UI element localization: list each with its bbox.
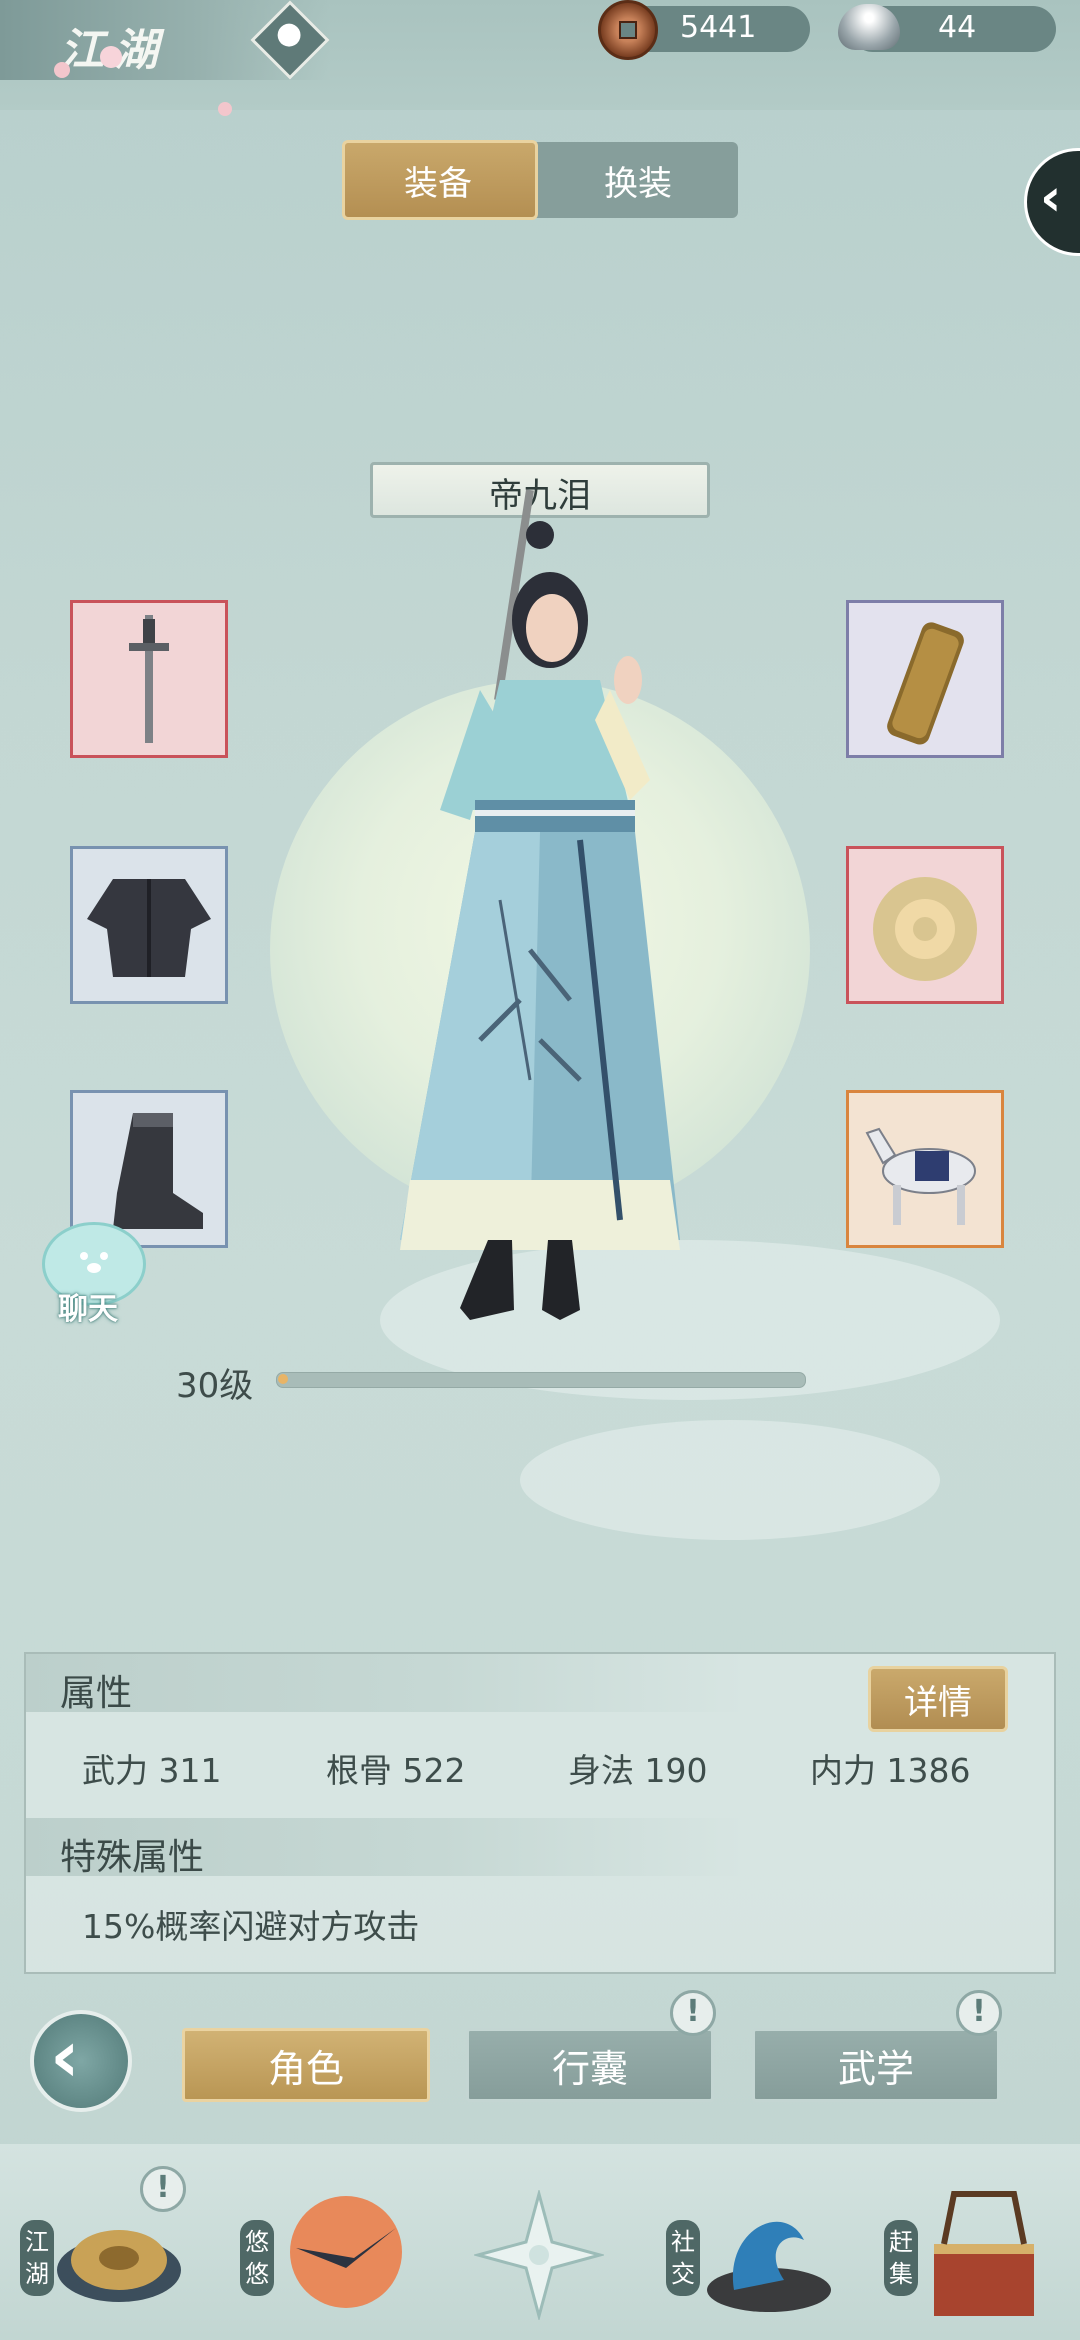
tab-martial-arts-label: 武学 <box>837 2047 914 2091</box>
weapon-slot[interactable] <box>70 600 228 758</box>
pendant-slot[interactable] <box>846 846 1004 1004</box>
tab-inventory-label: 行囊 <box>551 2047 628 2091</box>
tab-equipment-label: 装备 <box>404 164 472 204</box>
stat-strength: 武力 311 <box>82 1744 222 1792</box>
stat-label: 身法 <box>568 1751 634 1790</box>
nav-social-label: 社交 <box>666 2220 700 2296</box>
nav-social[interactable]: 社交 <box>664 2180 854 2330</box>
nav-youyou-label: 悠悠 <box>240 2220 274 2296</box>
stat-value: 190 <box>644 1751 708 1790</box>
nav-market[interactable]: 赶集 <box>880 2180 1070 2330</box>
sword-icon <box>129 615 169 743</box>
silver-ingot-icon <box>838 4 900 50</box>
nav-market-label: 赶集 <box>884 2220 918 2296</box>
tab-outfit[interactable]: 换装 <box>604 156 672 205</box>
straw-hat-icon <box>57 2230 181 2302</box>
blossom-decoration-icon <box>54 62 70 78</box>
accessory-slot[interactable] <box>846 600 1004 758</box>
chevron-left-icon: ‹ <box>1040 168 1062 228</box>
market-box-icon <box>934 2191 1034 2316</box>
level-progress-bar <box>276 1372 806 1388</box>
robe-icon <box>87 879 211 977</box>
wave-icon <box>707 2221 831 2312</box>
character-model[interactable] <box>380 480 700 1340</box>
special-attributes-heading: 特殊属性 <box>60 1837 205 1878</box>
jade-pendant-icon <box>873 877 977 981</box>
chat-label: 聊天 <box>58 1292 118 1327</box>
armor-slot[interactable] <box>70 846 228 1004</box>
alert-mark: ! <box>972 1994 986 2029</box>
stat-value: 1386 <box>886 1751 971 1790</box>
stat-label: 武力 <box>82 1751 148 1790</box>
alert-mark: ! <box>686 1994 700 2029</box>
mist-decoration <box>520 1420 940 1540</box>
back-arrow-icon: ‹ <box>50 2014 80 2098</box>
hint-bulb-icon: ● <box>276 16 303 51</box>
copper-amount: 5441 <box>680 10 757 45</box>
stat-inner-power: 内力 1386 <box>810 1744 970 1792</box>
stat-label: 根骨 <box>326 1751 392 1790</box>
horse-icon <box>865 1127 976 1225</box>
blossom-decoration-icon <box>100 46 122 68</box>
nav-youyou[interactable]: 悠悠 <box>236 2180 426 2330</box>
level-label: 30级 <box>176 1366 254 1406</box>
attributes-heading: 属性 <box>60 1673 133 1714</box>
silver-amount: 44 <box>938 10 977 45</box>
stat-agility: 身法 190 <box>568 1744 708 1792</box>
chat-face-icon <box>80 1252 108 1273</box>
tab-character-label: 角色 <box>267 2047 344 2091</box>
mount-slot[interactable] <box>846 1090 1004 1248</box>
special-attribute-text: 15%概率闪避对方攻击 <box>82 1907 420 1946</box>
level-progress-fill <box>278 1374 288 1384</box>
compass-star-icon <box>474 2190 604 2320</box>
back-button[interactable] <box>30 2010 132 2112</box>
nav-home[interactable] <box>466 2180 612 2330</box>
swallow-sun-icon <box>290 2196 402 2308</box>
blossom-decoration-icon <box>218 102 232 116</box>
stat-value: 522 <box>402 1751 466 1790</box>
stat-value: 311 <box>158 1751 222 1790</box>
alert-mark: ! <box>156 2170 170 2205</box>
details-button-label: 详情 <box>904 1683 972 1723</box>
scroll-icon <box>887 622 964 745</box>
nav-jianghu-label: 江湖 <box>20 2220 54 2296</box>
stat-label: 内力 <box>810 1751 876 1790</box>
copper-coin-icon <box>598 0 658 60</box>
stat-constitution: 根骨 522 <box>326 1744 466 1792</box>
